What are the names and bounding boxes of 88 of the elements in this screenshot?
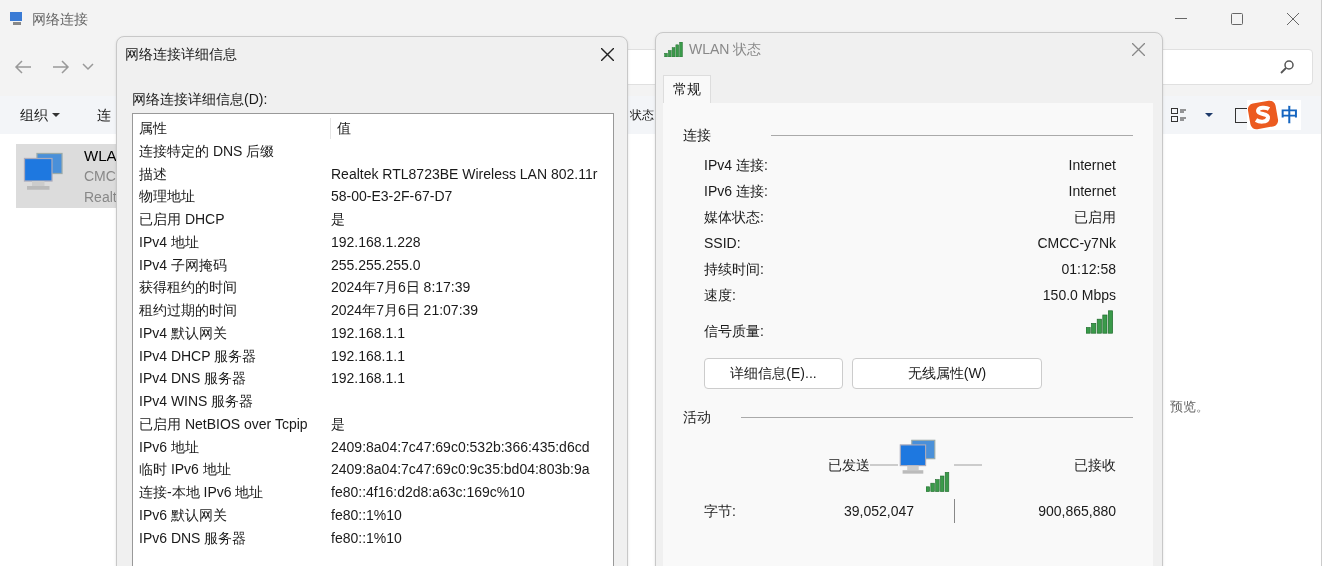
property-cell-text: 连接-本地 IPv6 地址 bbox=[139, 483, 265, 503]
bytes-received: 900,865,880 bbox=[1037, 501, 1116, 521]
property-cell-text: 描述 bbox=[139, 164, 168, 184]
property-cell-text: IPv6 地址 bbox=[139, 437, 200, 457]
property-cell-text: 物理地址 bbox=[139, 187, 196, 207]
field-value: CMCC-y7Nk bbox=[1037, 233, 1116, 253]
dialog-title: WLAN 状态 bbox=[689, 39, 762, 59]
field-value: Internet bbox=[1068, 181, 1116, 201]
bytes-sent: 39,052,047 bbox=[842, 501, 914, 521]
connection-adapter: Realt bbox=[84, 187, 117, 207]
property-cell-text: IPv4 WINS 服务器 bbox=[139, 392, 255, 412]
property-cell-text: IPv4 DHCP 服务器 bbox=[139, 346, 258, 366]
value-cell-text: 255.255.255.0 bbox=[331, 255, 421, 275]
value-cell-text: fe80::1%10 bbox=[331, 505, 402, 525]
caret-icon bbox=[52, 113, 60, 117]
sent-label: 已发送 bbox=[828, 455, 870, 475]
close-icon bbox=[1287, 13, 1299, 25]
column-header[interactable]: 值 bbox=[331, 117, 351, 139]
field-value: Internet bbox=[1068, 155, 1116, 175]
view-options-icon[interactable] bbox=[1171, 107, 1187, 123]
search-icon bbox=[1280, 60, 1294, 74]
toolbar-button[interactable]: 组织 bbox=[20, 104, 60, 126]
value-cell-text: 2024年7月6日 8:17:39 bbox=[331, 278, 471, 298]
field-label: IPv6 连接: bbox=[704, 181, 768, 201]
signal-strength-icon bbox=[1086, 310, 1114, 334]
maximize-icon bbox=[1231, 13, 1243, 25]
window-title: 网络连接 bbox=[32, 9, 88, 29]
received-label: 已接收 bbox=[1074, 455, 1116, 475]
column-header[interactable]: 属性 bbox=[139, 117, 331, 139]
dialog-button[interactable]: 详细信息(E)... bbox=[704, 358, 843, 389]
list-label: 网络连接详细信息(D): bbox=[132, 90, 269, 109]
value-cell-text: 192.168.1.1 bbox=[331, 369, 405, 389]
chevron-down-icon[interactable] bbox=[82, 63, 94, 71]
connection-network: CMC bbox=[84, 166, 117, 186]
toolbar-button[interactable]: 状态 bbox=[630, 106, 654, 124]
property-cell-text: IPv4 地址 bbox=[139, 232, 200, 252]
value-cell-text: 2409:8a04:7c47:69c0:532b:366:435:d6cd bbox=[331, 437, 590, 457]
field-value: 已启用 bbox=[1074, 207, 1116, 227]
field-value: 150.0 Mbps bbox=[1042, 285, 1116, 305]
field-label: 持续时间: bbox=[704, 259, 764, 279]
property-cell-text: IPv4 子网掩码 bbox=[139, 255, 228, 275]
toolbar-button[interactable]: 连 bbox=[97, 104, 111, 126]
value-cell-text: Realtek RTL8723BE Wireless LAN 802.11r bbox=[331, 164, 598, 184]
property-cell-text: 已启用 NetBIOS over Tcpip bbox=[139, 414, 309, 434]
group-heading: 连接 bbox=[683, 126, 711, 145]
value-cell-text: 2024年7月6日 21:07:39 bbox=[331, 301, 479, 321]
property-cell-text: IPv6 DNS 服务器 bbox=[139, 528, 248, 548]
signal-bars-icon bbox=[664, 41, 684, 57]
value-cell-text: 58-00-E3-2F-67-D7 bbox=[331, 187, 453, 207]
field-label: SSID: bbox=[704, 233, 741, 253]
dialog-button[interactable]: 无线属性(W) bbox=[852, 358, 1042, 389]
ime-mode-label: 中 bbox=[1281, 103, 1299, 127]
minimize-icon bbox=[1175, 18, 1187, 20]
field-label: IPv4 连接: bbox=[704, 155, 768, 175]
close-icon bbox=[600, 47, 614, 61]
value-cell-text: fe80::4f16:d2d8:a63c:169c%10 bbox=[331, 483, 525, 503]
value-cell-text: 是 bbox=[331, 414, 345, 434]
close-icon bbox=[1131, 42, 1145, 56]
property-cell-text: 已启用 DHCP bbox=[139, 210, 226, 230]
tab[interactable]: 常规 bbox=[663, 75, 711, 103]
property-cell-text: IPv4 DNS 服务器 bbox=[139, 369, 248, 389]
value-cell-text: 192.168.1.228 bbox=[331, 232, 421, 252]
signal-bars-icon bbox=[926, 472, 950, 492]
value-cell-text: 是 bbox=[331, 210, 345, 230]
preview-message: 预览。 bbox=[1170, 399, 1209, 414]
back-arrow-icon[interactable] bbox=[14, 59, 32, 75]
caret-icon[interactable] bbox=[1205, 113, 1213, 117]
sogou-logo-icon bbox=[1247, 99, 1279, 131]
forward-arrow-icon[interactable] bbox=[52, 59, 70, 75]
property-cell-text: 临时 IPv6 地址 bbox=[139, 460, 232, 480]
bytes-label: 字节: bbox=[704, 501, 737, 521]
field-label: 速度: bbox=[704, 285, 736, 305]
property-cell-text: 租约过期的时间 bbox=[139, 301, 238, 321]
value-cell-text: 2409:8a04:7c47:69c0:9c35:bd04:803b:9a bbox=[331, 460, 590, 480]
value-cell-text: 192.168.1.1 bbox=[331, 323, 405, 343]
group-heading: 活动 bbox=[683, 408, 711, 427]
connection-name: WLA bbox=[84, 145, 117, 166]
ime-indicator[interactable]: 中 bbox=[1247, 100, 1301, 130]
value-cell-text: fe80::1%10 bbox=[331, 528, 402, 548]
field-label: 信号质量: bbox=[704, 322, 764, 341]
property-cell-text: IPv6 默认网关 bbox=[139, 505, 228, 525]
property-cell-text: 连接特定的 DNS 后缀 bbox=[139, 141, 276, 161]
property-cell-text: 获得租约的时间 bbox=[139, 278, 238, 298]
property-cell-text: IPv4 默认网关 bbox=[139, 323, 228, 343]
value-cell-text: 192.168.1.1 bbox=[331, 346, 405, 366]
dialog-title: 网络连接详细信息 bbox=[125, 44, 237, 64]
field-value: 01:12:58 bbox=[1061, 259, 1116, 279]
field-label: 媒体状态: bbox=[704, 207, 764, 227]
